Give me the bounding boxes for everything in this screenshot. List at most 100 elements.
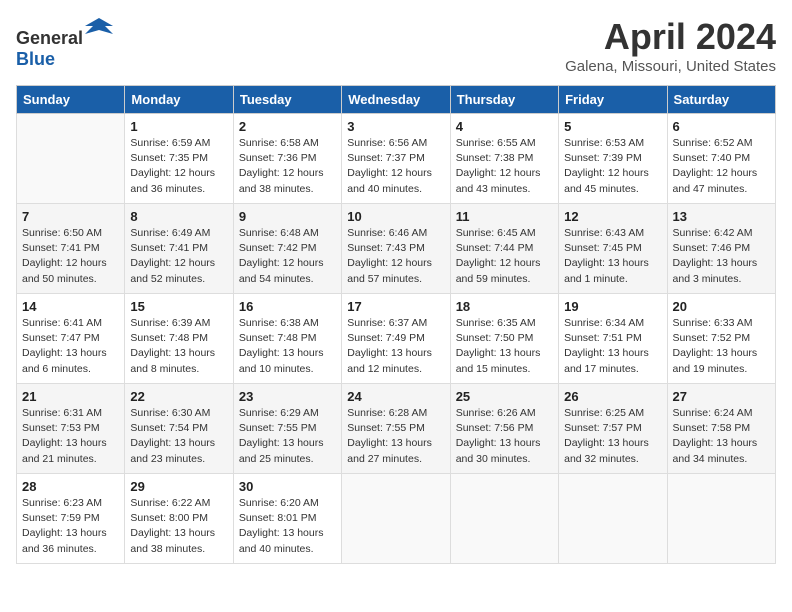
day-number: 13 xyxy=(673,209,770,224)
calendar-week-3: 14 Sunrise: 6:41 AM Sunset: 7:47 PM Dayli… xyxy=(17,294,776,384)
calendar-cell: 21Sunrise: 6:31 AM Sunset: 7:53 PM Dayli… xyxy=(17,384,125,474)
day-number: 14 xyxy=(22,299,119,314)
title-block: April 2024 Galena, Missouri, United Stat… xyxy=(565,16,776,75)
month-title: April 2024 xyxy=(565,16,776,58)
day-number: 19 xyxy=(564,299,661,314)
day-info: Sunrise: 6:33 AM Sunset: 7:52 PM Dayligh… xyxy=(673,316,770,377)
calendar-cell: 11 Sunrise: 6:45 AM Sunset: 7:44 PM Dayli… xyxy=(450,204,558,294)
calendar-cell: 15Sunrise: 6:39 AM Sunset: 7:48 PM Dayli… xyxy=(125,294,233,384)
day-number: 1 xyxy=(130,119,227,134)
day-info: Sunrise: 6:25 AM Sunset: 7:57 PM Dayligh… xyxy=(564,406,661,467)
weekday-monday: Monday xyxy=(125,86,233,114)
day-info: Sunrise: 6:41 AM Sunset: 7:47 PM Dayligh… xyxy=(22,316,119,377)
day-number: 16 xyxy=(239,299,336,314)
weekday-saturday: Saturday xyxy=(667,86,775,114)
calendar-cell: 9 Sunrise: 6:48 AM Sunset: 7:42 PM Daylig… xyxy=(233,204,341,294)
day-number: 21 xyxy=(22,389,119,404)
day-number: 20 xyxy=(673,299,770,314)
day-info: Sunrise: 6:42 AM Sunset: 7:46 PM Dayligh… xyxy=(673,226,770,287)
calendar-cell: 3 Sunrise: 6:56 AM Sunset: 7:37 PM Daylig… xyxy=(342,114,450,204)
day-number: 30 xyxy=(239,479,336,494)
calendar-cell: 17 Sunrise: 6:37 AM Sunset: 7:49 PM Dayli… xyxy=(342,294,450,384)
weekday-friday: Friday xyxy=(559,86,667,114)
day-number: 5 xyxy=(564,119,661,134)
logo-text: General Blue xyxy=(16,16,113,70)
calendar-header: SundayMondayTuesdayWednesdayThursdayFrid… xyxy=(17,86,776,114)
weekday-thursday: Thursday xyxy=(450,86,558,114)
day-number: 17 xyxy=(347,299,444,314)
calendar-cell xyxy=(342,474,450,564)
day-number: 27 xyxy=(673,389,770,404)
calendar-cell: 4Sunrise: 6:55 AM Sunset: 7:38 PM Daylig… xyxy=(450,114,558,204)
logo: General Blue xyxy=(16,16,113,70)
day-info: Sunrise: 6:50 AM Sunset: 7:41 PM Dayligh… xyxy=(22,226,119,287)
logo-general: General xyxy=(16,28,83,48)
weekday-sunday: Sunday xyxy=(17,86,125,114)
day-info: Sunrise: 6:22 AM Sunset: 8:00 PM Dayligh… xyxy=(130,496,227,557)
calendar-cell: 25 Sunrise: 6:26 AM Sunset: 7:56 PM Dayli… xyxy=(450,384,558,474)
day-info: Sunrise: 6:39 AM Sunset: 7:48 PM Dayligh… xyxy=(130,316,227,377)
day-number: 9 xyxy=(239,209,336,224)
calendar-cell: 7 Sunrise: 6:50 AM Sunset: 7:41 PM Daylig… xyxy=(17,204,125,294)
calendar-cell: 19Sunrise: 6:34 AM Sunset: 7:51 PM Dayli… xyxy=(559,294,667,384)
day-info: Sunrise: 6:55 AM Sunset: 7:38 PM Dayligh… xyxy=(456,136,553,197)
weekday-wednesday: Wednesday xyxy=(342,86,450,114)
day-number: 25 xyxy=(456,389,553,404)
calendar-cell: 26 Sunrise: 6:25 AM Sunset: 7:57 PM Dayli… xyxy=(559,384,667,474)
calendar-cell: 1 Sunrise: 6:59 AM Sunset: 7:35 PM Daylig… xyxy=(125,114,233,204)
day-info: Sunrise: 6:45 AM Sunset: 7:44 PM Dayligh… xyxy=(456,226,553,287)
calendar-cell: 12Sunrise: 6:43 AM Sunset: 7:45 PM Dayli… xyxy=(559,204,667,294)
day-info: Sunrise: 6:59 AM Sunset: 7:35 PM Dayligh… xyxy=(130,136,227,197)
calendar-week-4: 21Sunrise: 6:31 AM Sunset: 7:53 PM Dayli… xyxy=(17,384,776,474)
day-info: Sunrise: 6:49 AM Sunset: 7:41 PM Dayligh… xyxy=(130,226,227,287)
day-number: 29 xyxy=(130,479,227,494)
page-header: General Blue April 2024 Galena, Missouri… xyxy=(16,16,776,75)
calendar-week-5: 28 Sunrise: 6:23 AM Sunset: 7:59 PM Dayli… xyxy=(17,474,776,564)
day-number: 7 xyxy=(22,209,119,224)
day-number: 2 xyxy=(239,119,336,134)
day-number: 23 xyxy=(239,389,336,404)
calendar-cell: 24Sunrise: 6:28 AM Sunset: 7:55 PM Dayli… xyxy=(342,384,450,474)
day-number: 6 xyxy=(673,119,770,134)
calendar-cell: 5 Sunrise: 6:53 AM Sunset: 7:39 PM Daylig… xyxy=(559,114,667,204)
day-info: Sunrise: 6:53 AM Sunset: 7:39 PM Dayligh… xyxy=(564,136,661,197)
calendar-cell xyxy=(667,474,775,564)
day-number: 8 xyxy=(130,209,227,224)
calendar-cell xyxy=(17,114,125,204)
day-info: Sunrise: 6:38 AM Sunset: 7:48 PM Dayligh… xyxy=(239,316,336,377)
day-number: 3 xyxy=(347,119,444,134)
calendar-week-1: 1 Sunrise: 6:59 AM Sunset: 7:35 PM Daylig… xyxy=(17,114,776,204)
day-number: 26 xyxy=(564,389,661,404)
day-info: Sunrise: 6:48 AM Sunset: 7:42 PM Dayligh… xyxy=(239,226,336,287)
calendar-cell: 13 Sunrise: 6:42 AM Sunset: 7:46 PM Dayli… xyxy=(667,204,775,294)
day-number: 18 xyxy=(456,299,553,314)
weekday-header-row: SundayMondayTuesdayWednesdayThursdayFrid… xyxy=(17,86,776,114)
weekday-tuesday: Tuesday xyxy=(233,86,341,114)
location-title: Galena, Missouri, United States xyxy=(565,58,776,75)
calendar-cell: 28 Sunrise: 6:23 AM Sunset: 7:59 PM Dayli… xyxy=(17,474,125,564)
calendar-cell: 20 Sunrise: 6:33 AM Sunset: 7:52 PM Dayli… xyxy=(667,294,775,384)
day-number: 28 xyxy=(22,479,119,494)
day-info: Sunrise: 6:58 AM Sunset: 7:36 PM Dayligh… xyxy=(239,136,336,197)
logo-blue: Blue xyxy=(16,49,55,69)
calendar-cell: 14 Sunrise: 6:41 AM Sunset: 7:47 PM Dayli… xyxy=(17,294,125,384)
day-info: Sunrise: 6:30 AM Sunset: 7:54 PM Dayligh… xyxy=(130,406,227,467)
calendar-cell: 22Sunrise: 6:30 AM Sunset: 7:54 PM Dayli… xyxy=(125,384,233,474)
day-info: Sunrise: 6:28 AM Sunset: 7:55 PM Dayligh… xyxy=(347,406,444,467)
calendar-table: SundayMondayTuesdayWednesdayThursdayFrid… xyxy=(16,85,776,564)
calendar-cell: 2 Sunrise: 6:58 AM Sunset: 7:36 PM Daylig… xyxy=(233,114,341,204)
calendar-cell: 10Sunrise: 6:46 AM Sunset: 7:43 PM Dayli… xyxy=(342,204,450,294)
calendar-cell xyxy=(559,474,667,564)
day-number: 12 xyxy=(564,209,661,224)
calendar-cell: 30Sunrise: 6:20 AM Sunset: 8:01 PM Dayli… xyxy=(233,474,341,564)
day-info: Sunrise: 6:23 AM Sunset: 7:59 PM Dayligh… xyxy=(22,496,119,557)
calendar-week-2: 7 Sunrise: 6:50 AM Sunset: 7:41 PM Daylig… xyxy=(17,204,776,294)
day-number: 11 xyxy=(456,209,553,224)
day-info: Sunrise: 6:35 AM Sunset: 7:50 PM Dayligh… xyxy=(456,316,553,377)
calendar-cell: 18 Sunrise: 6:35 AM Sunset: 7:50 PM Dayli… xyxy=(450,294,558,384)
day-info: Sunrise: 6:24 AM Sunset: 7:58 PM Dayligh… xyxy=(673,406,770,467)
day-info: Sunrise: 6:56 AM Sunset: 7:37 PM Dayligh… xyxy=(347,136,444,197)
day-info: Sunrise: 6:26 AM Sunset: 7:56 PM Dayligh… xyxy=(456,406,553,467)
day-info: Sunrise: 6:52 AM Sunset: 7:40 PM Dayligh… xyxy=(673,136,770,197)
day-info: Sunrise: 6:37 AM Sunset: 7:49 PM Dayligh… xyxy=(347,316,444,377)
